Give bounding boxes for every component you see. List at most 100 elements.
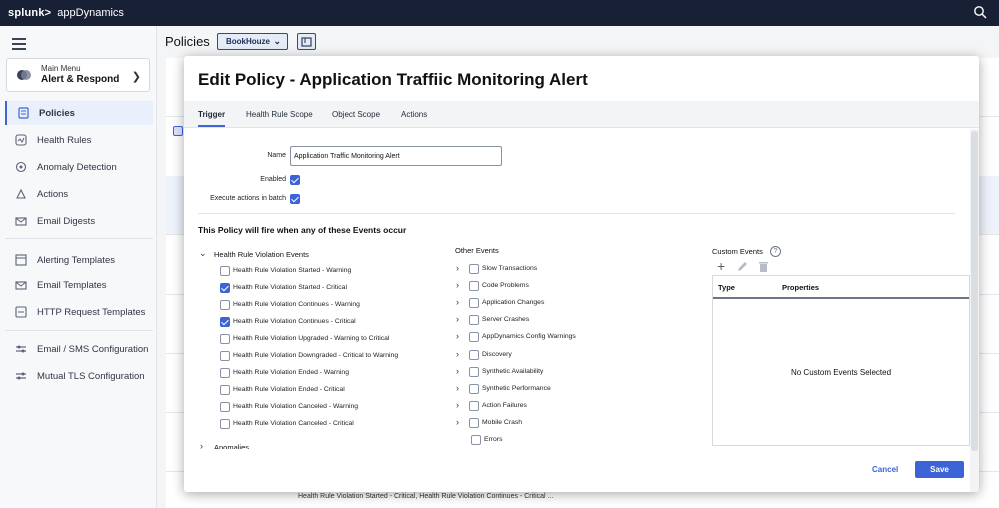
hrv-event-label: Health Rule Violation Continues - Critic…: [233, 318, 356, 325]
column-type: Type: [718, 283, 735, 292]
chevron-right-icon[interactable]: ›: [456, 400, 459, 410]
hrv-event-label: Health Rule Violation Started - Warning: [233, 267, 352, 274]
tab-trigger[interactable]: Trigger: [198, 110, 226, 127]
other-event-checkbox[interactable]: [469, 281, 479, 292]
sidebar-item-policies[interactable]: Policies: [5, 101, 153, 125]
tab-object-scope[interactable]: Object Scope: [332, 110, 380, 125]
top-bar: splunk> appDynamics: [0, 0, 999, 26]
hrv-event-label: Health Rule Violation Canceled - Warning: [233, 403, 359, 410]
other-event-label: Synthetic Availability: [482, 367, 544, 375]
hrv-event-checkbox[interactable]: [220, 419, 230, 429]
chevron-right-icon[interactable]: ›: [456, 263, 459, 273]
chevron-right-icon[interactable]: ›: [456, 280, 459, 290]
hrv-event-label: Health Rule Violation Ended - Warning: [233, 369, 349, 376]
tab-actions[interactable]: Actions: [401, 110, 427, 125]
delete-icon[interactable]: [758, 261, 769, 272]
policy-name-input[interactable]: Application Traffic Monitoring Alert: [290, 146, 502, 166]
main-menu-card[interactable]: Main Menu Alert & Respond ❯: [6, 58, 150, 92]
sidebar-item-http-request-templates[interactable]: HTTP Request Templates: [5, 300, 153, 324]
sidebar-divider: [5, 330, 153, 331]
other-event-label: Slow Transactions: [482, 265, 538, 272]
hrv-event-label: Health Rule Violation Downgraded - Criti…: [233, 352, 399, 359]
other-event-checkbox[interactable]: [469, 315, 479, 326]
email-digest-icon: [15, 215, 27, 227]
enabled-checkbox[interactable]: [290, 175, 300, 185]
configuration-icon: [15, 343, 27, 355]
other-event-checkbox[interactable]: [471, 435, 481, 445]
name-label: Name: [267, 152, 286, 159]
application-selector[interactable]: BookHouze ⌄: [217, 33, 288, 50]
dialog-scrollbar[interactable]: [970, 129, 979, 492]
hrv-events-group[interactable]: Health Rule Violation Events: [214, 250, 309, 259]
other-event-label: Errors: [484, 436, 503, 443]
other-event-label: Mobile Crash: [482, 418, 523, 426]
hrv-event-checkbox[interactable]: [220, 402, 230, 412]
hrv-event-checkbox[interactable]: [220, 283, 230, 293]
hrv-event-label: Health Rule Violation Continues - Warnin…: [233, 301, 360, 308]
sidebar-item-anomaly-detection[interactable]: Anomaly Detection: [5, 155, 153, 179]
sidebar-item-label: Anomaly Detection: [37, 161, 117, 173]
add-icon[interactable]: +: [717, 259, 725, 273]
sidebar-item-label: Email Digests: [37, 215, 96, 227]
alert-respond-icon: [17, 70, 31, 80]
other-event-checkbox[interactable]: [469, 366, 479, 377]
section-title: This Policy will fire when any of these …: [198, 225, 407, 235]
hrv-event-checkbox[interactable]: [220, 368, 230, 378]
chevron-right-icon[interactable]: ›: [200, 441, 203, 451]
sidebar-item-email-sms-configuration[interactable]: Email / SMS Configuration: [5, 337, 153, 361]
scrollbar-thumb[interactable]: [971, 131, 978, 451]
other-event-checkbox[interactable]: [469, 298, 479, 309]
help-icon[interactable]: ?: [770, 246, 781, 257]
custom-events-table: Type Properties No Custom Events Selecte…: [712, 275, 970, 446]
sidebar-item-actions[interactable]: Actions: [5, 182, 153, 206]
chevron-right-icon[interactable]: ›: [456, 417, 459, 427]
edit-icon[interactable]: [737, 261, 748, 272]
bookmark-button[interactable]: [297, 33, 316, 50]
anomalies-group[interactable]: Anomalies: [214, 443, 249, 449]
chevron-right-icon[interactable]: ›: [456, 331, 459, 341]
tab-health-rule-scope[interactable]: Health Rule Scope: [246, 110, 313, 125]
hrv-event-label: Health Rule Violation Upgraded - Warning…: [233, 335, 390, 342]
splunk-logo: splunk>: [8, 7, 52, 19]
anomaly-icon: [15, 161, 27, 173]
other-event-checkbox[interactable]: [469, 264, 479, 274]
edit-policy-dialog: Edit Policy - Application Traffiic Monit…: [184, 56, 979, 492]
other-event-label: Action Failures: [482, 401, 527, 409]
save-button[interactable]: Save: [915, 461, 964, 478]
other-event-checkbox[interactable]: [469, 400, 479, 411]
sidebar-item-email-templates[interactable]: Email Templates: [5, 273, 153, 297]
actions-icon: [15, 188, 27, 200]
hrv-event-label: Health Rule Violation Started - Critical: [233, 284, 347, 291]
chevron-right-icon[interactable]: ›: [456, 349, 459, 359]
sidebar-item-mutual-tls-configuration[interactable]: Mutual TLS Configuration: [5, 364, 153, 388]
appdynamics-logo: appDynamics: [57, 7, 124, 19]
template-icon: [15, 254, 27, 266]
sidebar-item-label: Policies: [39, 107, 75, 119]
sidebar-item-email-digests[interactable]: Email Digests: [5, 209, 153, 233]
main-menu-section: Alert & Respond: [41, 73, 120, 85]
cancel-button[interactable]: Cancel: [872, 461, 898, 478]
hrv-event-checkbox[interactable]: [220, 351, 230, 361]
hrv-event-checkbox[interactable]: [220, 300, 230, 310]
chevron-right-icon[interactable]: ›: [456, 383, 459, 393]
other-event-checkbox[interactable]: [469, 349, 479, 360]
main-menu-label: Main Menu: [41, 64, 81, 74]
table-row-events: Health Rule Violation Started - Critical…: [298, 493, 554, 500]
chevron-down-icon[interactable]: ⌄: [199, 248, 207, 259]
chevron-right-icon[interactable]: ›: [456, 314, 459, 324]
hrv-event-checkbox[interactable]: [220, 266, 230, 276]
other-event-checkbox[interactable]: [469, 417, 479, 428]
other-event-checkbox[interactable]: [469, 332, 479, 343]
chevron-right-icon[interactable]: ›: [456, 366, 459, 376]
search-icon[interactable]: [973, 5, 987, 19]
other-event-checkbox[interactable]: [469, 383, 479, 394]
sidebar-item-alerting-templates[interactable]: Alerting Templates: [5, 248, 153, 272]
chevron-right-icon[interactable]: ›: [456, 297, 459, 307]
hrv-event-checkbox[interactable]: [220, 317, 230, 327]
hrv-event-label: Health Rule Violation Ended - Critical: [233, 386, 345, 393]
hrv-event-checkbox[interactable]: [220, 334, 230, 344]
hamburger-menu-icon[interactable]: [12, 38, 26, 50]
batch-checkbox[interactable]: [290, 194, 300, 204]
sidebar-item-health-rules[interactable]: Health Rules: [5, 128, 153, 152]
hrv-event-checkbox[interactable]: [220, 385, 230, 395]
